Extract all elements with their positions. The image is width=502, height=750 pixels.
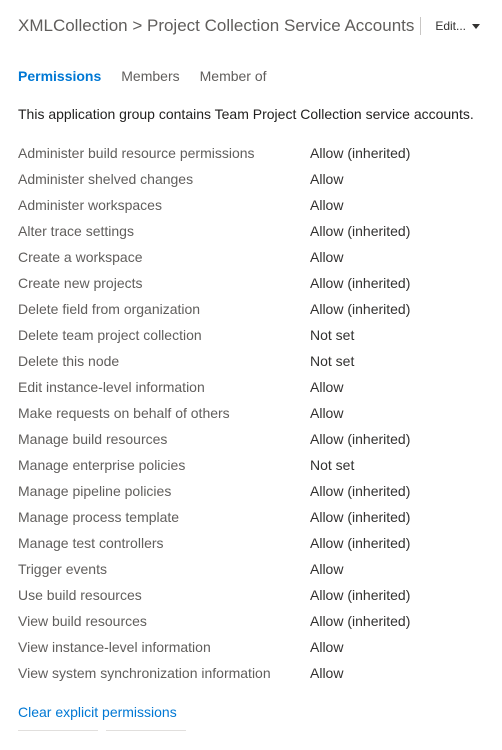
tab-bar: Permissions Members Member of — [18, 68, 484, 88]
permission-value[interactable]: Allow (inherited) — [310, 145, 410, 161]
breadcrumb[interactable]: XMLCollection > Project Collection Servi… — [18, 16, 414, 36]
permission-row[interactable]: View build resourcesAllow (inherited) — [18, 608, 484, 634]
permission-value[interactable]: Not set — [310, 327, 354, 343]
permissions-list: Administer build resource permissionsAll… — [18, 140, 484, 686]
edit-menu-label: Edit... — [435, 19, 466, 33]
permission-value[interactable]: Allow (inherited) — [310, 613, 410, 629]
permission-row[interactable]: Manage pipeline policiesAllow (inherited… — [18, 478, 484, 504]
permission-name: Administer shelved changes — [18, 171, 310, 187]
permission-name: Trigger events — [18, 561, 310, 577]
permission-row[interactable]: View system synchronization informationA… — [18, 660, 484, 686]
permission-value[interactable]: Allow — [310, 249, 343, 265]
permission-row[interactable]: Use build resourcesAllow (inherited) — [18, 582, 484, 608]
tab-permissions[interactable]: Permissions — [18, 68, 101, 88]
permission-row[interactable]: Create a workspaceAllow — [18, 244, 484, 270]
permission-row[interactable]: Administer workspacesAllow — [18, 192, 484, 218]
permission-row[interactable]: Make requests on behalf of othersAllow — [18, 400, 484, 426]
permission-row[interactable]: Alter trace settingsAllow (inherited) — [18, 218, 484, 244]
permission-value[interactable]: Allow (inherited) — [310, 587, 410, 603]
permission-name: Create new projects — [18, 275, 310, 291]
permission-row[interactable]: Administer build resource permissionsAll… — [18, 140, 484, 166]
permission-value[interactable]: Allow (inherited) — [310, 509, 410, 525]
permission-row[interactable]: Create new projectsAllow (inherited) — [18, 270, 484, 296]
edit-menu-wrap: Edit... — [420, 17, 484, 35]
edit-menu-button[interactable]: Edit... — [431, 19, 484, 33]
permission-row[interactable]: Manage build resourcesAllow (inherited) — [18, 426, 484, 452]
permission-row[interactable]: Delete team project collectionNot set — [18, 322, 484, 348]
permission-value[interactable]: Allow — [310, 639, 343, 655]
permission-row[interactable]: Delete this nodeNot set — [18, 348, 484, 374]
permission-name: Manage build resources — [18, 431, 310, 447]
permission-name: Administer workspaces — [18, 197, 310, 213]
permission-name: Manage test controllers — [18, 535, 310, 551]
permission-row[interactable]: View instance-level informationAllow — [18, 634, 484, 660]
permission-value[interactable]: Allow (inherited) — [310, 275, 410, 291]
permission-row[interactable]: Delete field from organizationAllow (inh… — [18, 296, 484, 322]
permission-name: Delete this node — [18, 353, 310, 369]
permission-name: View instance-level information — [18, 639, 310, 655]
permission-value[interactable]: Not set — [310, 457, 354, 473]
permission-name: Manage pipeline policies — [18, 483, 310, 499]
action-button-placeholder — [106, 730, 186, 734]
tab-members[interactable]: Members — [121, 68, 179, 88]
permission-row[interactable]: Trigger eventsAllow — [18, 556, 484, 582]
permission-name: Delete field from organization — [18, 301, 310, 317]
permission-name: Manage process template — [18, 509, 310, 525]
permission-value[interactable]: Allow (inherited) — [310, 223, 410, 239]
permission-name: Use build resources — [18, 587, 310, 603]
permission-value[interactable]: Allow — [310, 561, 343, 577]
permission-row[interactable]: Edit instance-level informationAllow — [18, 374, 484, 400]
permission-row[interactable]: Manage test controllersAllow (inherited) — [18, 530, 484, 556]
permission-name: Delete team project collection — [18, 327, 310, 343]
permission-name: Make requests on behalf of others — [18, 405, 310, 421]
permission-row[interactable]: Manage process templateAllow (inherited) — [18, 504, 484, 530]
permission-value[interactable]: Allow — [310, 379, 343, 395]
permission-name: Manage enterprise policies — [18, 457, 310, 473]
clear-permissions-link[interactable]: Clear explicit permissions — [18, 704, 177, 720]
action-button-row — [18, 730, 484, 734]
tab-member-of[interactable]: Member of — [200, 68, 267, 88]
permission-row[interactable]: Manage enterprise policiesNot set — [18, 452, 484, 478]
chevron-down-icon — [472, 24, 480, 29]
permission-value[interactable]: Allow — [310, 405, 343, 421]
permission-value[interactable]: Allow (inherited) — [310, 431, 410, 447]
permission-value[interactable]: Allow (inherited) — [310, 301, 410, 317]
permission-name: Create a workspace — [18, 249, 310, 265]
permission-value[interactable]: Allow — [310, 171, 343, 187]
action-button-placeholder — [18, 730, 98, 734]
group-description: This application group contains Team Pro… — [18, 106, 484, 122]
permission-name: Administer build resource permissions — [18, 145, 310, 161]
permission-value[interactable]: Allow (inherited) — [310, 483, 410, 499]
permission-name: Alter trace settings — [18, 223, 310, 239]
permission-value[interactable]: Allow (inherited) — [310, 535, 410, 551]
permission-row[interactable]: Administer shelved changesAllow — [18, 166, 484, 192]
page-header: XMLCollection > Project Collection Servi… — [18, 16, 484, 36]
permission-name: View system synchronization information — [18, 665, 310, 681]
permission-value[interactable]: Allow — [310, 665, 343, 681]
permission-name: Edit instance-level information — [18, 379, 310, 395]
permission-name: View build resources — [18, 613, 310, 629]
permission-value[interactable]: Allow — [310, 197, 343, 213]
permission-value[interactable]: Not set — [310, 353, 354, 369]
